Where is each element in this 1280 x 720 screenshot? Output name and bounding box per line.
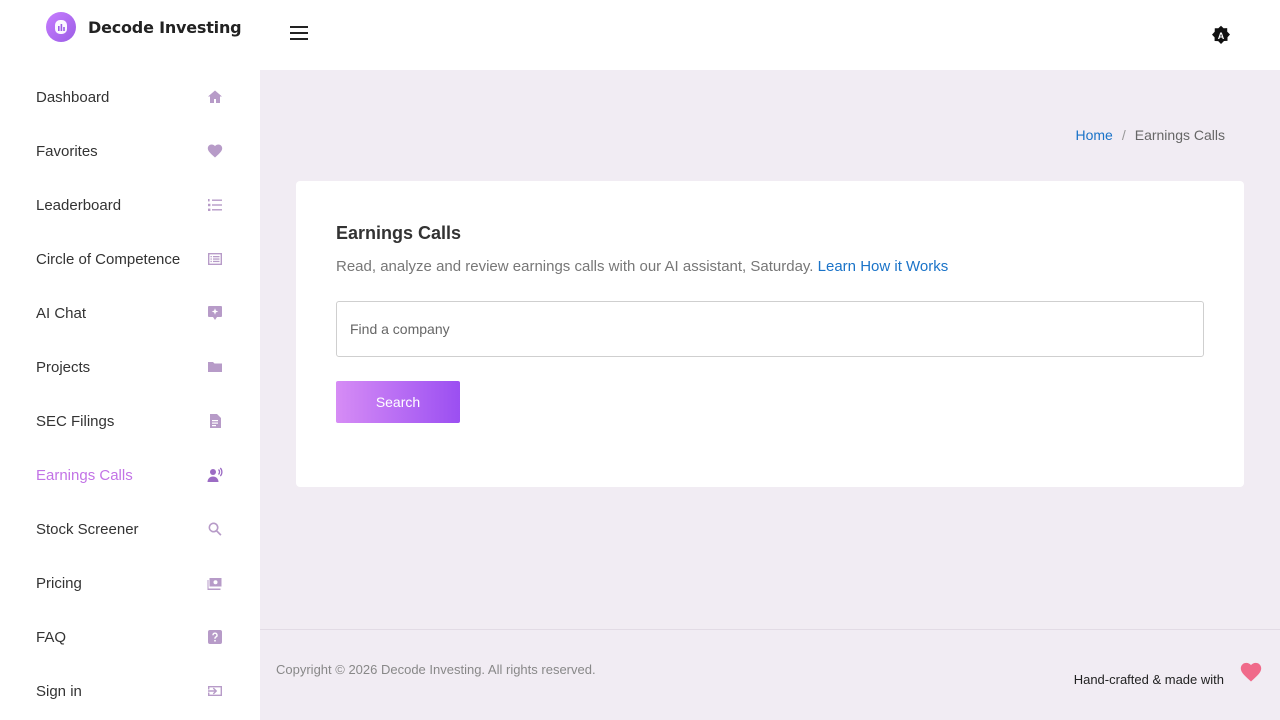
sidebar-item-label: Earnings Calls — [36, 466, 133, 484]
handcrafted-text: Hand-crafted & made with — [1073, 672, 1224, 687]
sidebar-item-label: Projects — [36, 358, 91, 376]
hamburger-icon — [290, 26, 308, 28]
footer: Copyright © 2026 Decode Investing. All r… — [260, 629, 1280, 720]
sidebar-item-label: Pricing — [36, 574, 82, 592]
sidebar-item-faq[interactable]: FAQ — [0, 610, 260, 664]
breadcrumb-home-link[interactable]: Home — [1075, 127, 1112, 143]
page-title: Earnings Calls — [336, 223, 462, 243]
sidebar: Decode Investing Dashboard Favorites Lea… — [0, 0, 260, 720]
top-bar: A — [260, 0, 1280, 70]
card-list-icon — [206, 250, 224, 268]
sidebar-item-projects[interactable]: Projects — [0, 340, 260, 394]
search-button[interactable]: Search — [336, 381, 460, 423]
sidebar-nav: Dashboard Favorites Leaderboard Circle o… — [0, 70, 260, 718]
sidebar-item-label: Circle of Competence — [36, 250, 181, 268]
sidebar-item-sign-in[interactable]: Sign in — [0, 664, 260, 718]
sidebar-item-favorites[interactable]: Favorites — [0, 124, 260, 178]
brand[interactable]: Decode Investing — [46, 12, 242, 42]
hamburger-icon — [290, 32, 308, 34]
brand-name: Decode Investing — [88, 17, 242, 37]
heart-icon — [1240, 662, 1262, 682]
breadcrumb: Home / Earnings Calls — [1075, 127, 1225, 143]
sidebar-item-stock-screener[interactable]: Stock Screener — [0, 502, 260, 556]
sidebar-item-earnings-calls[interactable]: Earnings Calls — [0, 448, 260, 502]
menu-toggle-button[interactable] — [290, 23, 312, 43]
svg-text:A: A — [1218, 31, 1225, 41]
sidebar-item-label: Leaderboard — [36, 196, 122, 214]
sidebar-item-label: Favorites — [36, 142, 98, 160]
sidebar-item-label: Stock Screener — [36, 520, 139, 538]
theme-toggle-button[interactable]: A — [1211, 25, 1231, 45]
description-text: Read, analyze and review earnings calls … — [336, 258, 814, 275]
folder-icon — [206, 358, 224, 376]
chat-sparkle-icon — [206, 304, 224, 322]
person-voice-icon — [206, 466, 224, 484]
brightness-auto-icon: A — [1212, 25, 1230, 44]
sidebar-item-label: Sign in — [36, 682, 82, 700]
earnings-calls-card: Earnings Calls Read, analyze and review … — [296, 181, 1244, 487]
sidebar-item-leaderboard[interactable]: Leaderboard — [0, 178, 260, 232]
sidebar-item-label: Dashboard — [36, 88, 110, 106]
sidebar-item-pricing[interactable]: Pricing — [0, 556, 260, 610]
learn-how-link[interactable]: Learn How it Works — [818, 258, 949, 275]
page-description: Read, analyze and review earnings calls … — [336, 258, 948, 275]
brand-logo-icon — [46, 12, 76, 42]
sidebar-item-sec-filings[interactable]: SEC Filings — [0, 394, 260, 448]
heart-icon — [206, 142, 224, 160]
sign-in-icon — [206, 682, 224, 700]
document-icon — [206, 412, 224, 430]
company-search-input[interactable] — [336, 301, 1204, 357]
hamburger-icon — [290, 38, 308, 40]
list-numbered-icon — [206, 196, 224, 214]
home-icon — [206, 88, 224, 106]
sidebar-item-dashboard[interactable]: Dashboard — [0, 70, 260, 124]
search-icon — [206, 520, 224, 538]
sidebar-item-ai-chat[interactable]: AI Chat — [0, 286, 260, 340]
copyright-text: Copyright © 2026 Decode Investing. All r… — [276, 662, 596, 677]
sidebar-item-label: AI Chat — [36, 304, 87, 322]
question-icon — [206, 628, 224, 646]
money-icon — [206, 574, 224, 592]
sidebar-item-circle-of-competence[interactable]: Circle of Competence — [0, 232, 260, 286]
sidebar-item-label: SEC Filings — [36, 412, 115, 430]
sidebar-item-label: FAQ — [36, 628, 67, 646]
breadcrumb-separator: / — [1121, 127, 1126, 143]
breadcrumb-current: Earnings Calls — [1134, 127, 1225, 143]
